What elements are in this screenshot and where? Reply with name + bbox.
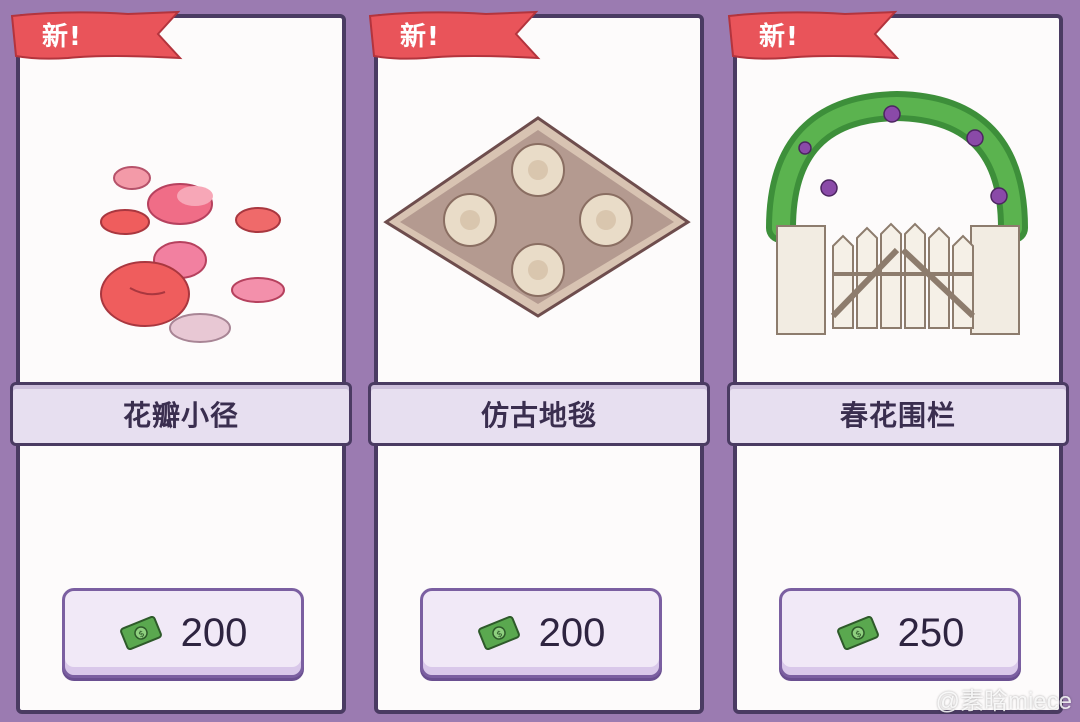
- item-price: 250: [897, 610, 965, 655]
- money-bill-icon: $: [477, 616, 520, 650]
- item-name: 花瓣小径: [122, 399, 239, 432]
- item-name-bar: 花瓣小径: [10, 382, 352, 446]
- item-name: 仿古地毯: [480, 399, 597, 432]
- item-name: 春花围栏: [839, 399, 956, 432]
- item-price: 200: [180, 610, 248, 655]
- shop-screen: 新! 花瓣小径 $ 200 新! 仿古地毯 $ 200 新! 春花围栏 $ 25…: [0, 0, 1080, 722]
- antique-rug-icon: [378, 78, 700, 378]
- item-price: 200: [538, 610, 606, 655]
- watermark: @素晗miece: [935, 688, 1072, 715]
- shop-item-card[interactable]: 新! 花瓣小径 $ 200: [10, 10, 352, 714]
- shop-item-card[interactable]: 新! 春花围栏 $ 250: [727, 10, 1069, 714]
- new-badge: 新!: [725, 8, 900, 64]
- item-name-bar: 仿古地毯: [368, 382, 710, 446]
- money-bill-icon: $: [836, 616, 879, 650]
- new-badge: 新!: [8, 8, 183, 64]
- buy-button[interactable]: $ 250: [779, 588, 1021, 678]
- spring-flower-fence-icon: [737, 78, 1059, 378]
- buy-button[interactable]: $ 200: [62, 588, 304, 678]
- shop-item-card[interactable]: 新! 仿古地毯 $ 200: [368, 10, 710, 714]
- buy-button[interactable]: $ 200: [420, 588, 662, 678]
- new-badge: 新!: [366, 8, 541, 64]
- money-bill-icon: $: [119, 616, 162, 650]
- item-name-bar: 春花围栏: [727, 382, 1069, 446]
- petal-path-icon: [20, 78, 342, 378]
